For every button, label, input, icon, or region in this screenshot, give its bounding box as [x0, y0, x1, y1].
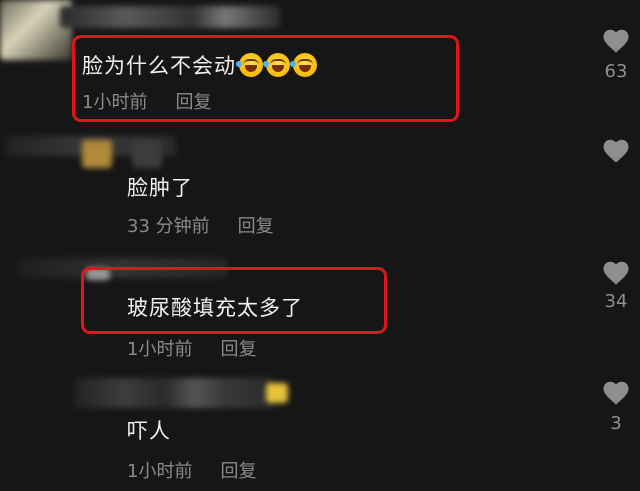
heart-icon[interactable] [601, 136, 631, 166]
comment-meta: 33 分钟前 回复 [127, 212, 274, 238]
heart-icon[interactable] [601, 378, 631, 408]
reply-button[interactable]: 回复 [238, 216, 274, 237]
like-count: 63 [604, 61, 628, 82]
comment-time: 33 分钟前 [127, 216, 210, 237]
highlight-box [81, 267, 387, 334]
comment-time: 1小时前 [127, 461, 193, 482]
comment-time: 1小时前 [127, 339, 193, 360]
heart-icon[interactable] [601, 26, 631, 56]
comment-meta: 1小时前 回复 [127, 335, 256, 361]
like-count: 34 [604, 291, 628, 312]
heart-icon[interactable] [601, 258, 631, 288]
reply-button[interactable]: 回复 [220, 461, 256, 482]
username-censored[interactable] [74, 378, 274, 408]
username-censored[interactable] [60, 6, 280, 28]
comment-meta: 1小时前 回复 [127, 457, 256, 483]
like-count: 3 [610, 413, 622, 434]
reply-button[interactable]: 回复 [220, 339, 256, 360]
avatar-censored[interactable] [82, 140, 112, 168]
highlight-box [72, 35, 459, 122]
avatar-censored[interactable] [266, 383, 288, 403]
avatar-censored[interactable] [132, 140, 162, 168]
comment-text: 脸肿了 [127, 176, 193, 200]
comment-text: 吓人 [127, 419, 171, 443]
